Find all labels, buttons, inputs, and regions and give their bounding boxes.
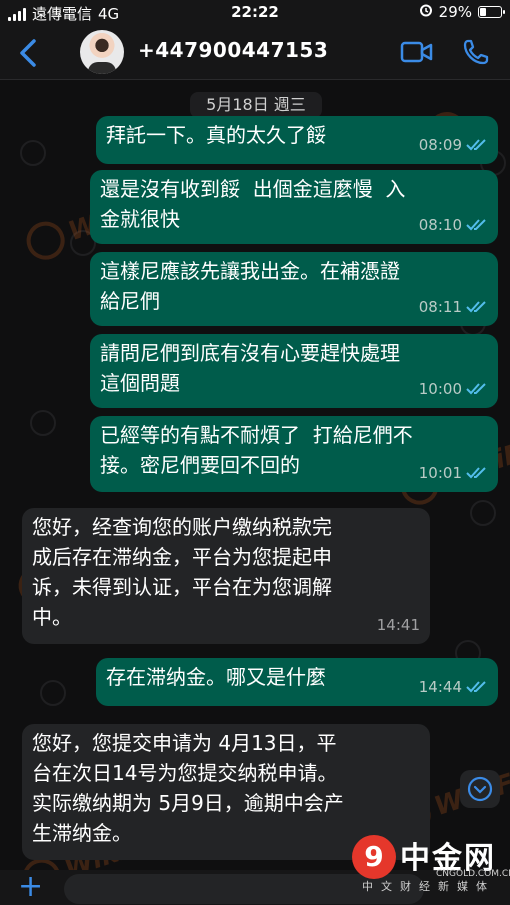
battery-percent: 29%: [438, 3, 472, 21]
video-camera-icon: [400, 41, 433, 63]
scroll-to-bottom-button[interactable]: [460, 770, 500, 808]
message-time: 14:44: [418, 678, 462, 696]
message-bubble[interactable]: 請問尼們到底有沒有心要趕快處理 這個問題 10:00: [90, 334, 498, 408]
message-time: 08:11: [418, 298, 462, 316]
phone-icon: [463, 39, 489, 65]
cngold-logo-icon: 9: [352, 835, 396, 879]
contact-name[interactable]: +447900447153: [138, 38, 328, 62]
message-text: 您好，经查询您的账户缴纳税款完 成后存在滞纳金，平台为您提起申 诉，未得到认证，…: [32, 515, 332, 629]
read-receipt-icon: [466, 681, 486, 693]
chat-area[interactable]: WikiFX WikiFX WikiFX WikiFX WikiFX 5月18日…: [0, 80, 510, 870]
cngold-watermark: 9 中金网 CNGOLD.COM.CN 中文财经新媒体: [352, 833, 510, 893]
chat-header: +447900447153: [0, 26, 510, 80]
status-bar: 遠傳電信 4G 22:22 29%: [0, 0, 510, 26]
read-receipt-icon: [466, 301, 486, 313]
message-bubble[interactable]: 還是沒有收到餒 出個金這麼慢 入 金就很快 08:10: [90, 170, 498, 244]
read-receipt-icon: [466, 139, 486, 151]
message-time: 08:10: [418, 216, 462, 234]
message-bubble[interactable]: 已經等的有點不耐煩了 打給尼們不 接。密尼們要回不回的 10:01: [90, 416, 498, 492]
alarm-icon: [419, 3, 433, 21]
message-bubble[interactable]: 您好，经查询您的账户缴纳税款完 成后存在滞纳金，平台为您提起申 诉，未得到认证，…: [22, 508, 430, 644]
chevron-left-icon: [20, 39, 36, 67]
wikifx-logo-icon: [21, 216, 70, 265]
attach-button[interactable]: +: [18, 872, 43, 902]
message-bubble[interactable]: 存在滞纳金。哪又是什麼 14:44: [96, 658, 498, 706]
video-call-button[interactable]: [400, 40, 434, 68]
read-receipt-icon: [466, 383, 486, 395]
read-receipt-icon: [466, 467, 486, 479]
message-bubble[interactable]: 這樣尼應該先讓我出金。在補憑證 給尼們 08:11: [90, 252, 498, 326]
battery-icon: [478, 6, 505, 18]
message-text: 您好，您提交申请为 4月13日，平 台在次日14号为您提交纳税申请。 实际缴纳期…: [32, 731, 344, 845]
read-receipt-icon: [466, 219, 486, 231]
voice-call-button[interactable]: [462, 38, 490, 70]
message-time: 14:41: [376, 616, 420, 634]
message-bubble[interactable]: 拜託一下。真的太久了餒 08:09: [96, 116, 498, 164]
avatar[interactable]: [80, 30, 124, 74]
date-separator: 5月18日 週三: [190, 92, 322, 118]
message-time: 10:01: [418, 464, 462, 482]
brand-tagline: 中文财经新媒体: [362, 880, 495, 893]
chevron-down-icon: [467, 776, 493, 802]
back-button[interactable]: [14, 36, 44, 70]
message-time: 10:00: [418, 380, 462, 398]
message-time: 08:09: [418, 136, 462, 154]
